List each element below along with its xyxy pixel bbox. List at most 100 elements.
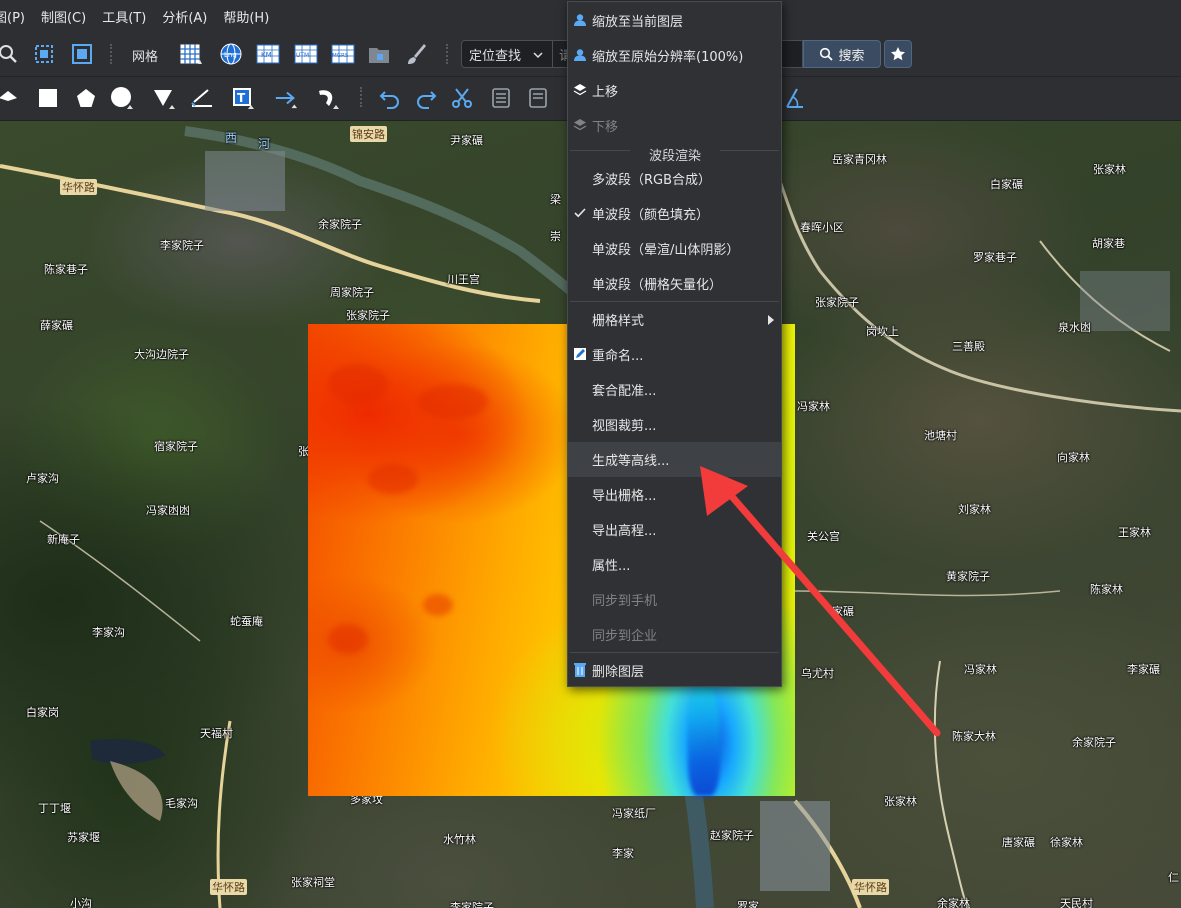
place-label: 三善殿 [952, 340, 985, 353]
menu-export-raster[interactable]: 导出栅格... [568, 477, 781, 512]
menu-properties[interactable]: 属性... [568, 547, 781, 582]
user-pin-icon [573, 48, 587, 62]
place-label: 宿家院子 [154, 440, 198, 453]
favorite-button[interactable] [884, 40, 912, 68]
road-label: 锦安路 [350, 126, 387, 142]
paste-icon[interactable] [526, 86, 550, 110]
place-label: 罗家巷子 [973, 251, 1017, 264]
place-label: 陈家大林 [952, 730, 996, 743]
menu-move-down[interactable]: 下移 [568, 108, 781, 143]
layers-icon [573, 83, 587, 97]
place-label: 丁丁堰 [38, 802, 71, 815]
menu-sync-to-phone[interactable]: 同步到手机 [568, 582, 781, 617]
scissors-icon[interactable] [450, 86, 474, 110]
place-label: 水竹林 [443, 833, 476, 846]
place-label: 泉水凼 [1058, 321, 1091, 334]
place-label: 周家院子 [330, 286, 374, 299]
menu-cartography[interactable]: 制图(C) [33, 7, 94, 26]
svg-text:KM: KM [261, 51, 272, 59]
terrain-blotch [423, 594, 453, 616]
place-label: 赵家院子 [710, 829, 754, 842]
place-label: 余家院子 [1072, 736, 1116, 749]
river-channel [688, 686, 720, 796]
terrain-blotch [368, 464, 418, 494]
menu-move-up[interactable]: 上移 [568, 73, 781, 108]
menu-delete-layer[interactable]: 删除图层 [568, 653, 781, 688]
trash-icon [573, 663, 587, 677]
measure-tool-icon[interactable] [190, 86, 214, 110]
undo-icon[interactable] [378, 86, 402, 110]
locate-select[interactable]: 定位查找 [461, 40, 553, 68]
menu-registration[interactable]: 套合配准... [568, 372, 781, 407]
place-label: 薛家碾 [40, 319, 73, 332]
full-extent-icon[interactable] [70, 42, 94, 66]
place-label: 春晖小区 [800, 221, 844, 234]
place-label: 黄家院子 [946, 570, 990, 583]
curve-tool-icon[interactable] [316, 86, 340, 110]
circle-tool-icon[interactable] [110, 86, 134, 110]
menu-generate-contours[interactable]: 生成等高线... [568, 442, 781, 477]
arrow-tool-icon[interactable] [274, 86, 298, 110]
menu-view-clip[interactable]: 视图裁剪... [568, 407, 781, 442]
search-button[interactable]: 搜索 [803, 40, 881, 68]
road-label: 华怀路 [60, 179, 97, 195]
brush-icon[interactable] [404, 42, 428, 66]
place-label: 李家院子 [160, 239, 204, 252]
triangle-tool-icon[interactable] [152, 86, 176, 110]
menu-singleband-vectorize[interactable]: 单波段（栅格矢量化） [568, 266, 781, 301]
copy-icon[interactable] [489, 86, 513, 110]
zoom-extent-icon[interactable] [32, 42, 56, 66]
menu-map[interactable]: 图(P) [0, 7, 33, 26]
road-label: 华怀路 [210, 879, 247, 895]
menu-zoom-to-native-resolution[interactable]: 缩放至原始分辨率(100%) [568, 38, 781, 73]
menu-rename[interactable]: 重命名... [568, 337, 781, 372]
menu-help[interactable]: 帮助(H) [215, 7, 277, 26]
pentagon-tool-icon[interactable] [74, 86, 98, 110]
svg-text:Lng: Lng [224, 51, 237, 59]
svg-text:T: T [237, 91, 246, 105]
folder-icon[interactable] [367, 42, 391, 66]
toolbar-separator [446, 44, 449, 64]
menu-sync-to-enterprise[interactable]: 同步到企业 [568, 617, 781, 652]
menu-singleband-hillshade[interactable]: 单波段（晕渲/山体阴影） [568, 231, 781, 266]
place-label: 张家林 [884, 795, 917, 808]
place-label: 唐家碾 [1002, 836, 1035, 849]
user-pin-icon [573, 13, 587, 27]
place-label: 张家祠堂 [291, 876, 335, 889]
place-label: 余家林 [937, 897, 970, 908]
place-label: 李家 [612, 847, 634, 860]
toolbar-separator [360, 87, 363, 107]
menu-multiband-rgb[interactable]: 多波段（RGB合成） [568, 161, 781, 196]
grid-icon[interactable] [178, 42, 202, 66]
edit-icon [573, 347, 587, 361]
redo-icon[interactable] [414, 86, 438, 110]
text-tool-icon[interactable]: T [231, 86, 255, 110]
place-label: 蛇蚕庵 [230, 615, 263, 628]
place-label: 岳家青冈林 [832, 153, 887, 166]
menu-singleband-color[interactable]: 单波段（颜色填充） [568, 196, 781, 231]
place-label: 胡家巷 [1092, 237, 1125, 250]
chevron-down-icon [533, 52, 543, 59]
search-icon[interactable] [0, 42, 20, 66]
menu-zoom-to-layer[interactable]: 缩放至当前图层 [568, 3, 781, 38]
menu-tools[interactable]: 工具(T) [94, 7, 154, 26]
place-label: 白家碾 [990, 178, 1023, 191]
menu-export-elevation[interactable]: 导出高程... [568, 512, 781, 547]
place-label: 徐家林 [1050, 836, 1083, 849]
diamond-tool-icon[interactable] [0, 86, 20, 110]
place-label: 李家院子 [450, 901, 494, 908]
rectangle-tool-icon[interactable] [36, 86, 60, 110]
place-label: 梁 [550, 193, 561, 206]
place-label: 王家林 [1118, 526, 1151, 539]
menu-raster-style[interactable]: 栅格样式 [568, 302, 781, 337]
menu-analysis[interactable]: 分析(A) [154, 7, 215, 26]
place-label: 李家沟 [92, 626, 125, 639]
angle-tool-icon[interactable] [782, 86, 806, 110]
km-grid-icon[interactable]: KM [256, 42, 280, 66]
lnglat-icon[interactable]: Lng [219, 42, 243, 66]
utm-grid-icon[interactable]: UTM [294, 42, 318, 66]
mgrs-grid-icon[interactable]: MGRS [331, 42, 355, 66]
place-label: 大沟边院子 [134, 348, 189, 361]
place-label: 余家院子 [318, 218, 362, 231]
place-label: 卢家沟 [26, 472, 59, 485]
